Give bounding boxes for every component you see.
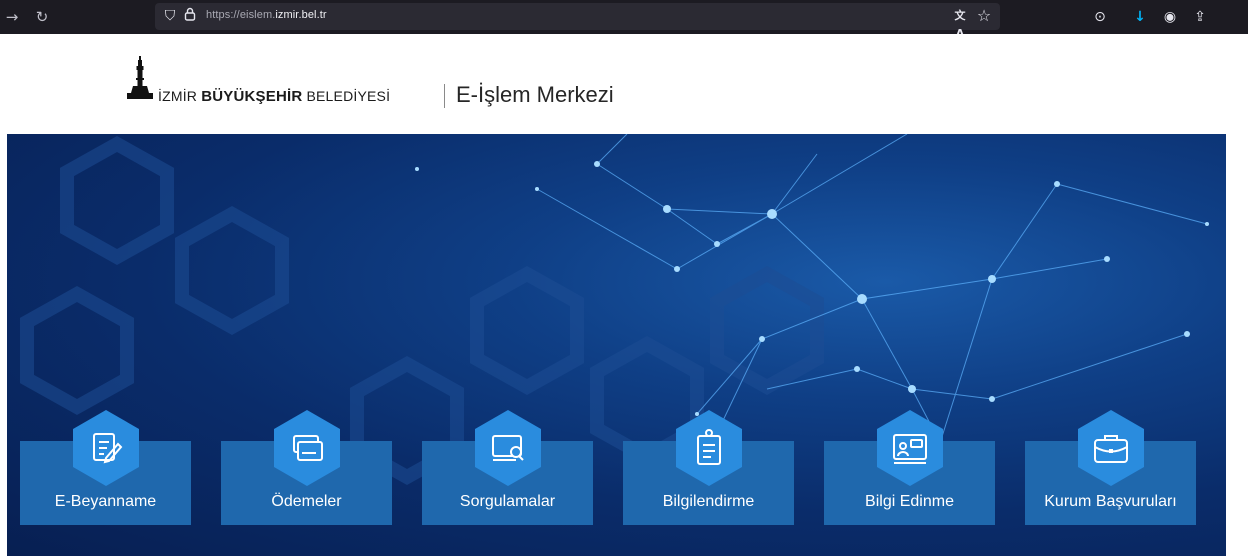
translate-icon[interactable]: 文A (951, 7, 969, 40)
page-header (0, 34, 1248, 134)
reload-icon[interactable]: ↻ (32, 7, 52, 27)
clipboard-icon[interactable] (673, 408, 745, 488)
org-name: İZMİR BÜYÜKŞEHİR BELEDİYESİ (158, 88, 390, 105)
org-name-bold: BÜYÜKŞEHİR (201, 88, 303, 105)
service-card-label: Bilgi Edinme (865, 493, 954, 510)
service-card-label: Sorgulamalar (459, 493, 556, 510)
card-icon[interactable] (271, 408, 343, 488)
extensions-icon[interactable]: ⇪ (1190, 7, 1210, 27)
clock-tower-logo[interactable] (122, 54, 158, 102)
document-edit-icon[interactable] (70, 408, 142, 488)
shield-icon[interactable]: ⛉ (161, 7, 179, 25)
service-card-label: Kurum Başvuruları (1044, 493, 1177, 510)
service-card-label: Ödemeler (271, 493, 342, 510)
star-icon[interactable]: ☆ (975, 7, 993, 25)
download-icon[interactable]: ↓ (1130, 7, 1150, 27)
org-name-post: BELEDİYESİ (306, 88, 391, 104)
header-separator (444, 84, 445, 108)
lock-icon[interactable] (181, 7, 199, 25)
back-icon[interactable]: → (2, 7, 22, 27)
hero-banner: E-Beyanname Ödemeler Sorgulamalar Bilgilend… (7, 134, 1226, 556)
browser-toolbar: → ↻ ⛉ https://eislem.izmir.bel.tr 文A ☆ ⊙… (0, 0, 1248, 40)
monitor-search-icon[interactable] (472, 408, 544, 488)
url-text: https://eislem.izmir.bel.tr (206, 9, 327, 21)
account-icon[interactable]: ◉ (1160, 7, 1180, 27)
address-bar[interactable]: ⛉ https://eislem.izmir.bel.tr 文A ☆ (155, 3, 1000, 40)
briefcase-icon[interactable] (1075, 408, 1147, 488)
service-card-label: E-Beyanname (54, 493, 157, 510)
presentation-icon[interactable] (874, 408, 946, 488)
pocket-icon[interactable]: ⊙ (1090, 7, 1110, 27)
service-card-label: Bilgilendirme (662, 493, 755, 510)
page-title: E-İşlem Merkezi (456, 82, 614, 107)
org-name-pre: İZMİR (158, 88, 198, 104)
